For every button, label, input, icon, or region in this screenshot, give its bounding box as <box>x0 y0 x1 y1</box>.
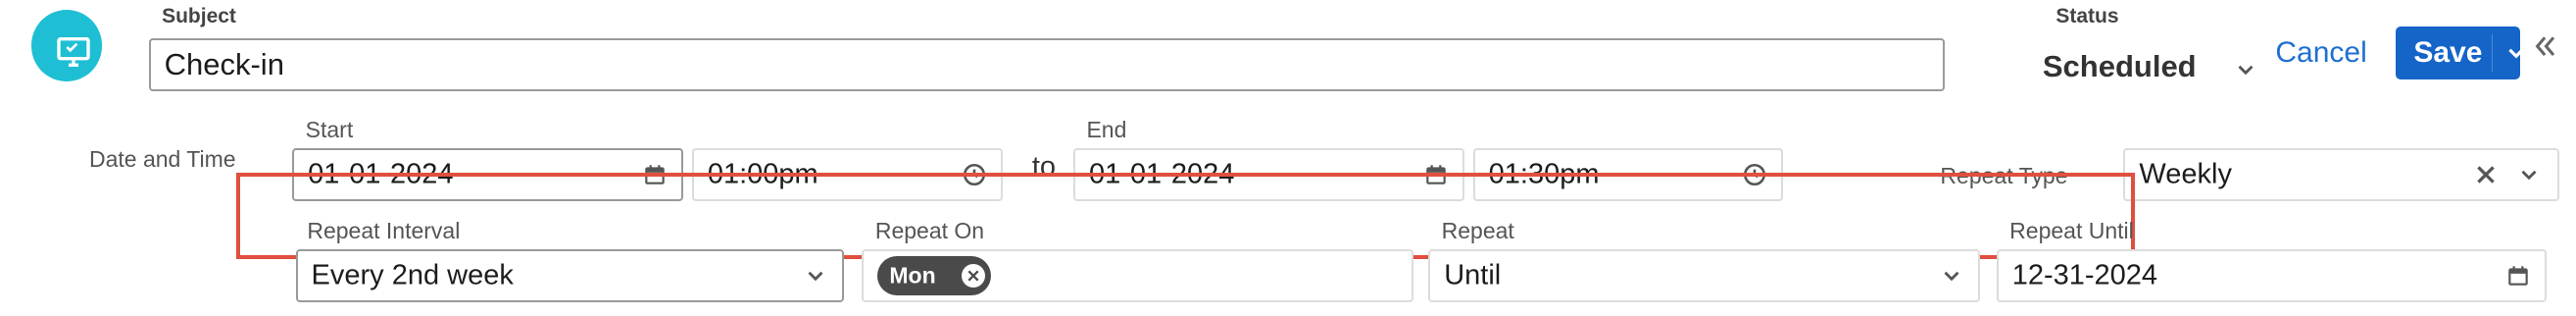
remove-tag-icon[interactable] <box>962 264 986 289</box>
subject-input[interactable]: Check-in <box>148 37 1946 92</box>
date-time-section-label: Date and Time <box>88 146 236 173</box>
repeat-interval-label: Repeat Interval <box>307 218 461 243</box>
repeat-on-tag: Mon <box>877 256 992 296</box>
repeat-settings-panel <box>235 173 2136 260</box>
repeat-type-value: Weekly <box>2139 158 2232 190</box>
repeat-on-tag-label: Mon <box>889 262 936 289</box>
monitor-icon <box>57 37 90 68</box>
status-label: Status <box>2056 5 2119 28</box>
chevron-down-icon <box>2233 57 2258 82</box>
repeat-until-value: 12-31-2024 <box>2011 259 2158 291</box>
chevron-down-icon <box>1939 263 1964 289</box>
repeat-until-label: Repeat Until <box>2009 218 2134 243</box>
collapse-icon[interactable] <box>2530 31 2559 62</box>
repeat-until-input[interactable]: 12-31-2024 <box>1996 249 2547 303</box>
repeat-value: Until <box>1444 259 1502 291</box>
subject-label: Subject <box>162 5 236 28</box>
save-menu-chevron-icon[interactable] <box>2503 40 2529 66</box>
status-dropdown[interactable]: Scheduled <box>2042 43 2254 84</box>
repeat-on-input[interactable]: Mon <box>862 249 1414 303</box>
repeat-type-select[interactable]: Weekly <box>2123 147 2560 202</box>
repeat-interval-value: Every 2nd week <box>311 259 514 291</box>
chevron-down-icon <box>2516 162 2542 187</box>
end-label: End <box>1086 116 1127 142</box>
subject-value: Check-in <box>164 47 284 82</box>
save-divider <box>2492 34 2494 73</box>
save-label: Save <box>2413 36 2483 70</box>
start-label: Start <box>305 116 354 142</box>
clear-icon[interactable] <box>2473 162 2499 187</box>
repeat-select[interactable]: Until <box>1428 249 1980 303</box>
save-button[interactable]: Save <box>2396 26 2525 80</box>
repeat-on-label: Repeat On <box>874 218 985 243</box>
chevron-down-icon <box>803 263 828 289</box>
repeat-label: Repeat <box>1441 218 1514 243</box>
record-avatar <box>31 10 103 81</box>
cancel-button[interactable]: Cancel <box>2275 36 2366 70</box>
status-value: Scheduled <box>2042 49 2197 84</box>
repeat-interval-select[interactable]: Every 2nd week <box>295 249 844 303</box>
calendar-icon[interactable] <box>2505 263 2531 289</box>
